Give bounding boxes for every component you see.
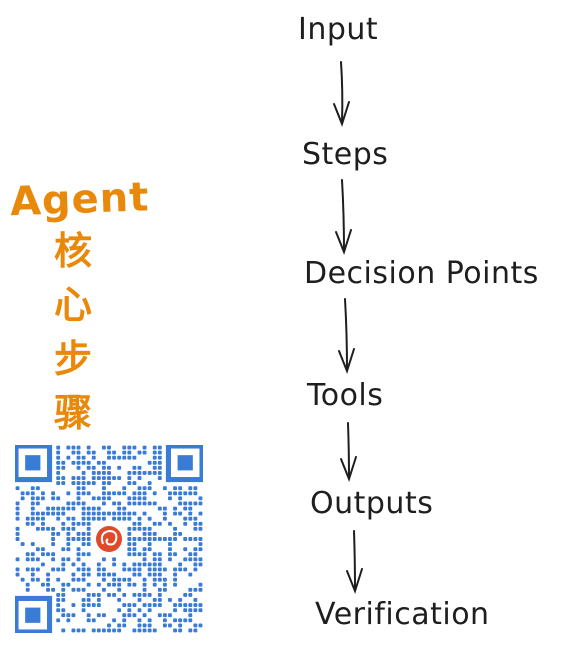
- flow-diagram: Input Steps Decision Points Tools Output…: [0, 0, 574, 649]
- step-input: Input: [298, 12, 379, 47]
- arrow-5: [346, 530, 363, 594]
- step-verification: Verification: [315, 597, 490, 632]
- step-decision-points: Decision Points: [304, 256, 539, 291]
- step-outputs: Outputs: [310, 486, 434, 521]
- step-tools: Tools: [307, 378, 384, 413]
- arrow-1: [333, 61, 350, 127]
- step-steps: Steps: [302, 137, 389, 172]
- arrow-2: [335, 179, 352, 255]
- arrow-4: [340, 422, 357, 482]
- arrow-3: [338, 298, 355, 374]
- flow-arrows: [333, 61, 363, 594]
